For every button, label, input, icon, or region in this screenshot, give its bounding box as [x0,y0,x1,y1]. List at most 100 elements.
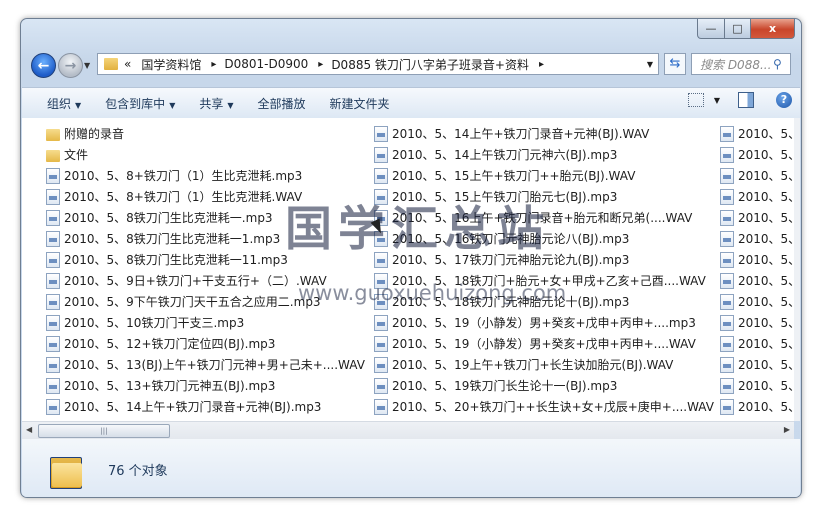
audio-file-icon [46,272,60,289]
file-item[interactable]: 2010、5、8铁刀门生比克泄耗一11.mp3 [46,249,365,270]
file-item[interactable]: 2010、5、14上午+铁刀门录音+元神(BJ).mp3 [46,396,365,417]
file-item[interactable]: 2010、5、 [720,186,794,207]
share-menu[interactable]: 共享 ▼ [199,95,233,112]
file-item[interactable]: 2010、5、8铁刀门生比克泄耗一1.mp3 [46,228,365,249]
file-item[interactable]: 2010、5、17铁刀门元神胎元论九(BJ).mp3 [374,249,714,270]
file-item[interactable]: 2010、5、18铁刀门+胎元+女+甲戌+乙亥+己酉....WAV [374,270,714,291]
file-item[interactable]: 2010、5、19铁刀门长生论十一(BJ).mp3 [374,375,714,396]
file-item[interactable]: 2010、5、10铁刀门干支三.mp3 [46,312,365,333]
file-item[interactable]: 2010、5、9下午铁刀门天干五合之应用二.mp3 [46,291,365,312]
scrollbar-thumb[interactable]: ||| [38,424,170,438]
search-input[interactable]: 搜索 D088... ⚲ [691,53,791,75]
file-item[interactable]: 2010、5、 [720,312,794,333]
chevron-right-icon[interactable]: ▸ [318,59,323,70]
chevron-down-icon[interactable]: ▼ [714,96,720,105]
file-item[interactable]: 2010、5、12+铁刀门定位四(BJ).mp3 [46,333,365,354]
include-in-library-menu[interactable]: 包含到库中 ▼ [105,95,175,112]
breadcrumb-item[interactable]: 国学资料馆 [141,56,201,73]
recent-pages-dropdown[interactable]: ▼ [84,61,90,70]
breadcrumb-item[interactable]: D0885 铁刀门八字弟子班录音+资料 [331,56,529,73]
scroll-left-arrow-icon[interactable]: ◀ [26,425,32,434]
minimize-button[interactable]: — [697,19,725,39]
chevron-right-icon[interactable]: ▸ [539,59,544,70]
audio-file-icon [46,377,60,394]
chevron-down-icon: ▼ [227,100,234,110]
vertical-scroll-track[interactable] [794,118,800,421]
audio-file-icon [374,377,388,394]
audio-file-icon [374,335,388,352]
address-bar[interactable]: « 国学资料馆 ▸ D0801-D0900 ▸ D0885 铁刀门八字弟子班录音… [97,53,659,75]
search-placeholder: 搜索 D088... [700,57,770,72]
file-item[interactable]: 2010、5、 [720,291,794,312]
file-name: 2010、5、 [738,379,794,393]
audio-file-icon [374,356,388,373]
refresh-button[interactable]: ⇆ [664,53,686,75]
file-item[interactable]: 2010、5、8+铁刀门（1）生比克泄耗.WAV [46,186,365,207]
file-item[interactable]: 2010、5、 [720,228,794,249]
back-button[interactable]: ← [31,53,56,78]
file-item[interactable]: 2010、5、9日+铁刀门+干支五行+（二）.WAV [46,270,365,291]
file-item[interactable]: 2010、5、13(BJ)上午+铁刀门元神+男+己未+....WAV [46,354,365,375]
chevron-down-icon[interactable]: ▼ [642,60,658,69]
file-item[interactable]: 2010、5、19上午+铁刀门+长生诀加胎元(BJ).WAV [374,354,714,375]
chevron-down-icon: ▼ [169,100,176,110]
audio-file-icon [46,188,60,205]
file-item[interactable]: 2010、5、 [720,396,794,417]
help-icon[interactable]: ? [776,92,792,108]
file-item[interactable]: 2010、5、19（小静发）男+癸亥+戊申+丙申+....mp3 [374,312,714,333]
file-item[interactable]: 2010、5、 [720,249,794,270]
breadcrumb-item[interactable]: D0801-D0900 [224,57,308,71]
file-item[interactable]: 2010、5、15上午铁刀门胎元七(BJ).mp3 [374,186,714,207]
file-item[interactable]: 2010、5、 [720,144,794,165]
audio-file-icon [374,188,388,205]
maximize-button[interactable]: □ [725,19,751,39]
folder-item[interactable]: 附赠的录音 [46,123,365,144]
chevron-down-icon: ▼ [75,100,82,110]
file-item[interactable]: 2010、5、16铁刀门元神胎元论八(BJ).mp3 [374,228,714,249]
file-list: 附赠的录音 文件 2010、5、8+铁刀门（1）生比克泄耗.mp3 2010、5、8+… [22,118,794,421]
file-name: 2010、5、14上午+铁刀门录音+元神(BJ).mp3 [64,400,322,414]
file-name: 2010、5、18铁刀门+胎元+女+甲戌+乙亥+己酉....WAV [392,274,706,288]
new-folder-button[interactable]: 新建文件夹 [330,95,390,112]
chevron-right-icon[interactable]: ▸ [211,59,216,70]
file-item[interactable]: 2010、5、8铁刀门生比克泄耗一.mp3 [46,207,365,228]
file-name: 2010、5、17铁刀门元神胎元论九(BJ).mp3 [392,253,630,267]
forward-button[interactable]: → [58,53,83,78]
file-name: 2010、5、12+铁刀门定位四(BJ).mp3 [64,337,276,351]
horizontal-scrollbar[interactable]: ◀ ||| ▶ [22,421,794,439]
search-icon[interactable]: ⚲ [773,57,782,71]
audio-file-icon [720,335,734,352]
file-item[interactable]: 2010、5、 [720,207,794,228]
file-item[interactable]: 2010、5、14上午+铁刀门录音+元神(BJ).WAV [374,123,714,144]
folder-item[interactable]: 文件 [46,144,365,165]
organize-label: 组织 [47,96,72,111]
file-item[interactable]: 2010、5、16上午+铁刀门录音+胎元和断兄弟(....WAV [374,207,714,228]
audio-file-icon [46,314,60,331]
file-item[interactable]: 2010、5、19（小静发）男+癸亥+戊申+丙申+....WAV [374,333,714,354]
file-item[interactable]: 2010、5、 [720,123,794,144]
breadcrumb-overflow[interactable]: « [124,57,131,71]
file-item[interactable]: 2010、5、 [720,333,794,354]
organize-menu[interactable]: 组织 ▼ [47,95,81,112]
play-all-button[interactable]: 全部播放 [258,95,306,112]
file-name: 2010、5、19（小静发）男+癸亥+戊申+丙申+....mp3 [392,316,696,330]
views-icon[interactable] [687,93,704,107]
file-item[interactable]: 2010、5、18铁刀门元神胎元论十(BJ).mp3 [374,291,714,312]
file-item[interactable]: 2010、5、 [720,375,794,396]
file-name: 2010、5、8铁刀门生比克泄耗一11.mp3 [64,253,288,267]
file-item[interactable]: 2010、5、8+铁刀门（1）生比克泄耗.mp3 [46,165,365,186]
file-item[interactable]: 2010、5、 [720,165,794,186]
file-item[interactable]: 2010、5、 [720,270,794,291]
audio-file-icon [720,209,734,226]
scroll-right-arrow-icon[interactable]: ▶ [784,425,790,434]
file-item[interactable]: 2010、5、20+铁刀门++长生诀+女+戊辰+庚申+....WAV [374,396,714,417]
close-button[interactable]: x [751,19,795,39]
file-item[interactable]: 2010、5、14上午铁刀门元神六(BJ).mp3 [374,144,714,165]
file-name: 2010、5、16上午+铁刀门录音+胎元和断兄弟(....WAV [392,211,693,225]
toolbar-right: ▼ ? [687,92,792,108]
preview-pane-icon[interactable] [738,92,754,108]
file-name: 2010、5、8+铁刀门（1）生比克泄耗.WAV [64,190,303,204]
file-item[interactable]: 2010、5、 [720,354,794,375]
file-item[interactable]: 2010、5、15上午+铁刀门++胎元(BJ).WAV [374,165,714,186]
file-item[interactable]: 2010、5、13+铁刀门元神五(BJ).mp3 [46,375,365,396]
